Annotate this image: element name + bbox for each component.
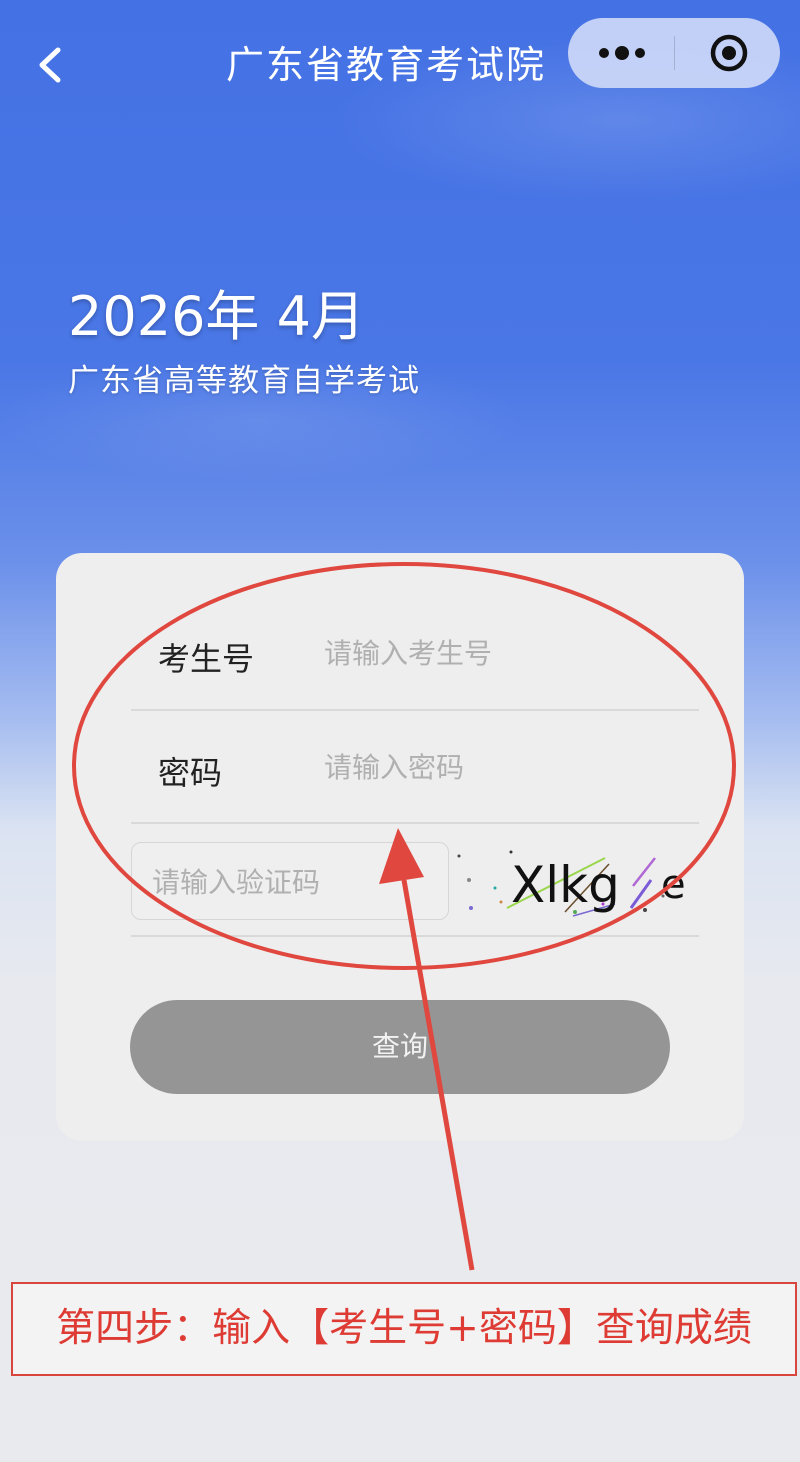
captcha-image[interactable]: Xlkg e	[455, 842, 700, 922]
close-button[interactable]	[675, 18, 780, 88]
step-caption: 第四步：输入【考生号+密码】查询成绩	[11, 1282, 797, 1376]
exam-period-heading: 2026年 4月	[68, 285, 365, 348]
more-button[interactable]	[568, 18, 673, 88]
mini-program-capsule	[568, 18, 780, 88]
password-input[interactable]	[322, 744, 696, 790]
exam-name-subtitle: 广东省高等教育自学考试	[68, 363, 420, 399]
captcha-input[interactable]	[150, 843, 444, 921]
target-close-icon	[710, 34, 748, 72]
captcha-text: Xlkg	[511, 856, 620, 914]
captcha-trailing-char: e	[661, 862, 686, 908]
query-button[interactable]: 查询	[130, 1000, 670, 1094]
form-divider	[131, 822, 699, 824]
password-label: 密码	[158, 754, 223, 792]
form-divider	[131, 709, 699, 711]
exam-id-input[interactable]	[322, 630, 696, 676]
form-divider	[131, 935, 699, 937]
exam-id-label: 考生号	[158, 640, 255, 678]
captcha-graphic: Xlkg e	[457, 850, 686, 917]
more-dots-icon	[599, 46, 645, 60]
step-caption-text: 第四步：输入【考生号+密码】查询成绩	[56, 1306, 752, 1351]
captcha-field	[131, 842, 449, 921]
